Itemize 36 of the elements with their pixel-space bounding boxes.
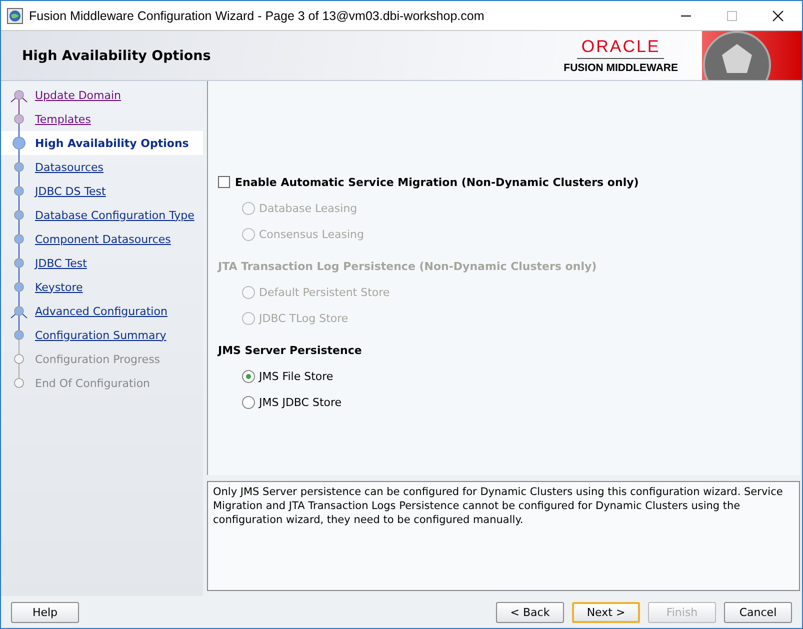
wizard-button[interactable]: < Back [496, 602, 564, 622]
wizard-step[interactable]: Datasources [1, 155, 203, 179]
wizard-step[interactable]: Update Domain [1, 83, 203, 107]
section-heading: JTA Transaction Log Persistence (Non-Dynamic Clusters only) [218, 260, 597, 273]
wizard-step[interactable]: Templates [1, 107, 203, 131]
wizard-button[interactable]: Cancel [724, 602, 792, 622]
radio-label: Consensus Leasing [259, 228, 364, 240]
page-heading: High Availability Options [21, 48, 211, 64]
wizard-step[interactable]: JDBC DS Test [1, 179, 203, 203]
section-heading: JMS Server Persistence [218, 344, 362, 357]
radio-button[interactable] [242, 370, 255, 382]
radio-label: Default Persistent Store [259, 286, 390, 298]
wizard-step[interactable]: JDBC Test [1, 251, 203, 275]
wizard-step[interactable]: Database Configuration Type [1, 203, 203, 227]
wizard-step[interactable]: High Availability Options [1, 131, 203, 155]
wizard-step[interactable]: Configuration Summary [1, 323, 203, 347]
wizard-step[interactable]: Advanced Configuration [1, 299, 203, 323]
radio-label: JDBC TLog Store [259, 312, 348, 324]
radio-label: Database Leasing [259, 202, 358, 214]
step-node-icon [8, 299, 30, 323]
wizard-button[interactable]: Next > [572, 602, 640, 622]
product-name: FUSION MIDDLEWARE [564, 61, 678, 74]
radio-label: JMS File Store [259, 370, 334, 382]
app-icon [7, 8, 23, 24]
checkbox[interactable] [218, 176, 230, 188]
radio-label: JMS JDBC Store [259, 396, 342, 408]
window-title: Fusion Middleware Configuration Wizard - Page 3 of 13@vm03.dbi-workshop.com [29, 8, 484, 22]
info-message: Only JMS Server persistence can be configured for Dynamic Clusters using this configuration wizard. Service Migration and JTA Transaction Logs Persistence cannot be configured for Dynamic Clusters using the configuration wizard, they need to be configured manually. [213, 485, 784, 527]
wizard-step[interactable]: Component Datasources [1, 227, 203, 251]
close-icon[interactable] [772, 10, 784, 22]
checkbox-label: Enable Automatic Service Migration (Non-Dynamic Clusters only) [235, 176, 639, 188]
brand-logo: ORACLE [577, 37, 664, 59]
wizard-step[interactable]: Keystore [1, 275, 203, 299]
radio-button[interactable] [242, 396, 255, 408]
maximize-icon[interactable] [726, 10, 738, 22]
help-button[interactable]: Help [11, 602, 79, 622]
